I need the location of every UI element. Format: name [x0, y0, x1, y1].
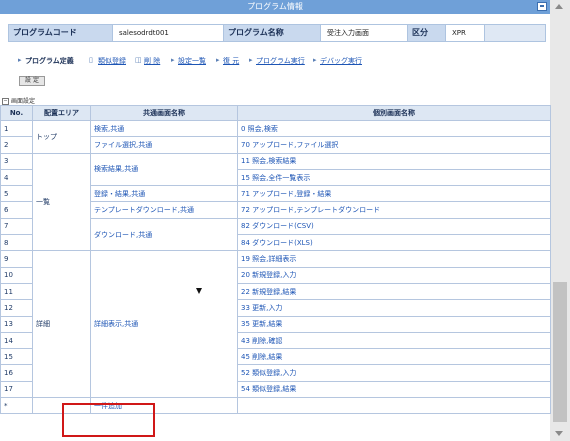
- menu-bullet-icon: ▸: [216, 56, 220, 64]
- new-row-individual: [237, 397, 551, 415]
- add-row-highlight-box: [62, 403, 155, 437]
- window-title: プログラム情報: [247, 2, 303, 11]
- row-individual-name[interactable]: 43 削除,確認: [237, 331, 551, 350]
- table-row[interactable]: 9 詳細 詳細表示,共通 19 照会,詳細表示: [0, 250, 551, 399]
- row-no: 13: [0, 315, 33, 333]
- row-common-name[interactable]: ファイル選択,共通: [90, 136, 238, 154]
- table-row[interactable]: 1 トップ 検索,共通 0 照会,検索: [0, 119, 551, 154]
- new-row-marker: *: [0, 397, 33, 415]
- mouse-cursor-icon: [196, 288, 202, 294]
- row-individual-name[interactable]: 72 アップロード,テンプレートダウンロード: [237, 201, 551, 219]
- menu-bullet-icon: ▸: [313, 56, 317, 64]
- row-no: 7: [0, 217, 33, 236]
- row-no: 11: [0, 282, 33, 301]
- row-individual-name[interactable]: 11 照会,検索結果: [237, 152, 551, 170]
- row-individual-name[interactable]: 54 類似登録,結果: [237, 380, 551, 399]
- menu-delete[interactable]: 削 除: [144, 56, 160, 66]
- menu-similar-register[interactable]: 類似登録: [98, 56, 126, 66]
- menu-settings-list[interactable]: 設定一覧: [178, 56, 206, 66]
- row-area: トップ: [32, 120, 91, 154]
- col-header-common-name: 共通画面名称: [90, 105, 238, 121]
- menu-debug-run[interactable]: デバッグ実行: [320, 56, 362, 66]
- row-area: 一覧: [32, 152, 91, 252]
- window-menu-icon[interactable]: [537, 2, 547, 11]
- program-code-value: salesodrdt001: [112, 25, 224, 41]
- row-common-name[interactable]: 検索結果,共通: [90, 152, 238, 187]
- category-label: 区分: [408, 25, 447, 41]
- copy-icon: ▯: [89, 56, 93, 64]
- scroll-thumb[interactable]: [553, 282, 567, 422]
- row-individual-name[interactable]: 70 アップロード,ファイル選択: [237, 136, 551, 154]
- program-name-label: プログラム名称: [224, 25, 322, 41]
- program-info-bar: プログラムコード salesodrdt001 プログラム名称 受注入力画面 区分…: [8, 24, 546, 42]
- row-individual-name[interactable]: 35 更新,結果: [237, 315, 551, 333]
- row-no: 17: [0, 380, 33, 399]
- row-no: 9: [0, 250, 33, 268]
- row-individual-name[interactable]: 0 照会,検索: [237, 119, 551, 138]
- row-individual-name[interactable]: 20 新規登録,入力: [237, 266, 551, 284]
- menu-run-program[interactable]: プログラム実行: [256, 56, 305, 66]
- row-individual-name[interactable]: 82 ダウンロード(CSV): [237, 217, 551, 236]
- col-header-area: 配置エリア: [32, 105, 91, 121]
- section-title: 画面設定: [11, 98, 36, 105]
- row-individual-name[interactable]: 33 更新,入力: [237, 299, 551, 317]
- row-no: 3: [0, 152, 33, 170]
- row-no: 10: [0, 266, 33, 284]
- trash-icon: ◫: [135, 56, 142, 64]
- row-no: 14: [0, 331, 33, 350]
- row-no: 6: [0, 201, 33, 219]
- row-common-name[interactable]: 詳細表示,共通: [90, 250, 238, 399]
- row-individual-name[interactable]: 71 アップロード,登録・結果: [237, 185, 551, 203]
- program-code-label: プログラムコード: [9, 25, 112, 41]
- row-no: 8: [0, 234, 33, 252]
- row-individual-name[interactable]: 84 ダウンロード(XLS): [237, 234, 551, 252]
- settings-button[interactable]: 設 定: [19, 76, 45, 86]
- row-common-name[interactable]: ダウンロード,共通: [90, 217, 238, 252]
- screen-settings-table: No. 配置エリア 共通画面名称 個別画面名称 1 トップ 検索,共通 0 照会…: [0, 105, 551, 415]
- row-individual-name[interactable]: 19 照会,詳細表示: [237, 250, 551, 268]
- screen-settings-section: − 画面設定: [2, 96, 35, 105]
- category-value: XPR: [445, 25, 485, 41]
- menu-bullet-icon: ▸: [18, 56, 22, 64]
- col-header-no: No.: [0, 105, 33, 121]
- scroll-down-arrow-icon[interactable]: [555, 431, 563, 436]
- window-title-bar: プログラム情報: [0, 0, 550, 14]
- menu-bullet-icon: ▸: [249, 56, 253, 64]
- table-row[interactable]: 3 一覧 検索結果,共通 11 照会,検索結果: [0, 152, 551, 252]
- row-no: 2: [0, 136, 33, 154]
- row-individual-name[interactable]: 45 削除,結果: [237, 348, 551, 366]
- row-no: 16: [0, 364, 33, 382]
- row-individual-name[interactable]: 15 照会,全件一覧表示: [237, 168, 551, 187]
- program-name-value: 受注入力画面: [320, 25, 408, 41]
- row-common-name[interactable]: 登録・結果,共通: [90, 185, 238, 203]
- row-individual-name[interactable]: 22 新規登録,結果: [237, 282, 551, 301]
- row-common-name[interactable]: テンプレートダウンロード,共通: [90, 201, 238, 219]
- row-no: 5: [0, 185, 33, 203]
- row-individual-name[interactable]: 52 類似登録,入力: [237, 364, 551, 382]
- menu-bullet-icon: ▸: [171, 56, 175, 64]
- col-header-individual-name: 個別画面名称: [237, 105, 551, 121]
- scroll-up-arrow-icon[interactable]: [555, 4, 563, 9]
- row-no: 1: [0, 119, 33, 138]
- row-no: 12: [0, 299, 33, 317]
- row-no: 15: [0, 348, 33, 366]
- row-area: 詳細: [32, 250, 91, 399]
- collapse-toggle-icon[interactable]: −: [2, 98, 9, 105]
- row-no: 4: [0, 168, 33, 187]
- row-common-name[interactable]: 検索,共通: [90, 119, 238, 138]
- menu-program-definition[interactable]: プログラム定義: [25, 56, 74, 66]
- menu-restore[interactable]: 復 元: [223, 56, 239, 66]
